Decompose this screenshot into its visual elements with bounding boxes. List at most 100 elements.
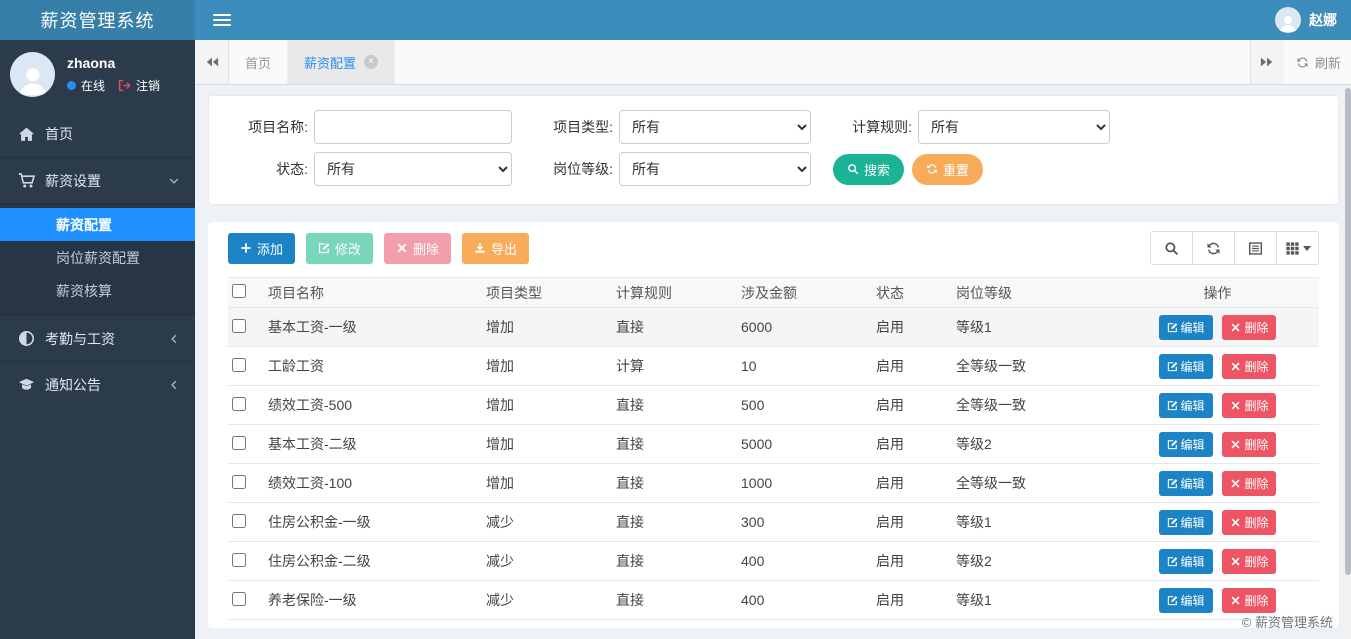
table-row[interactable]: 基本工资-二级 增加 直接 5000 启用 等级2 编辑 删除 — [228, 425, 1319, 464]
double-left-arrow-icon — [205, 55, 219, 69]
reset-button[interactable]: 重置 — [912, 153, 984, 185]
sidebar-item-home[interactable]: 首页 — [0, 111, 195, 157]
table-search-button[interactable] — [1150, 231, 1193, 265]
table-detail-view-button[interactable] — [1234, 231, 1277, 265]
select-all-checkbox[interactable] — [232, 284, 246, 298]
cell-amount: 400 — [741, 553, 765, 569]
user-name: zhaona — [67, 55, 116, 71]
cell-calc-rule: 计算 — [616, 358, 644, 374]
row-edit-button[interactable]: 编辑 — [1158, 587, 1213, 613]
table-row[interactable]: 养老保险-一级 减少 直接 400 启用 等级1 编辑 删除 — [228, 581, 1319, 620]
cell-project-type: 增加 — [486, 436, 514, 452]
row-checkbox[interactable] — [232, 591, 246, 606]
submenu-item-label: 岗位薪资配置 — [56, 249, 140, 266]
x-icon — [396, 242, 408, 254]
edit-icon — [1167, 556, 1178, 567]
navbar-user[interactable]: 赵娜 — [1275, 7, 1337, 33]
project-name-input[interactable] — [314, 110, 512, 144]
row-delete-button[interactable]: 删除 — [1222, 470, 1277, 496]
table-row[interactable]: 绩效工资-100 增加 直接 1000 启用 全等级一致 编辑 删除 — [228, 464, 1319, 503]
download-icon — [474, 242, 486, 254]
vertical-scrollbar — [1345, 85, 1351, 639]
close-icon[interactable]: × — [364, 55, 379, 69]
edit-button[interactable]: 修改 — [306, 232, 374, 264]
cell-calc-rule: 直接 — [616, 436, 644, 452]
cell-post-grade: 等级2 — [956, 553, 992, 569]
sidebar-item-salary-config[interactable]: 薪资配置 — [0, 208, 195, 241]
tabs-scroll-forward-button[interactable] — [1249, 40, 1284, 84]
tabs-scroll-back-button[interactable] — [195, 40, 229, 84]
row-delete-button[interactable]: 删除 — [1222, 353, 1277, 379]
column-header: 状态 — [876, 284, 904, 301]
row-edit-button[interactable]: 编辑 — [1158, 470, 1213, 496]
row-delete-button[interactable]: 删除 — [1222, 587, 1277, 613]
status-select[interactable]: 所有 — [314, 152, 512, 186]
row-checkbox[interactable] — [232, 435, 246, 450]
row-checkbox[interactable] — [232, 513, 246, 528]
avatar — [10, 52, 55, 97]
refresh-tab-button[interactable]: 刷新 — [1284, 40, 1351, 84]
table-row[interactable]: 住房公积金-二级 减少 直接 400 启用 等级2 编辑 删除 — [228, 542, 1319, 581]
tab-salary-config[interactable]: 薪资配置 × — [288, 40, 396, 84]
scrollbar-thumb[interactable] — [1345, 88, 1351, 575]
row-edit-button[interactable]: 编辑 — [1158, 353, 1213, 379]
cell-actions: 编辑 删除 — [1110, 548, 1319, 574]
row-edit-button[interactable]: 编辑 — [1158, 431, 1213, 457]
table-columns-button[interactable] — [1276, 231, 1319, 265]
tab-home[interactable]: 首页 — [229, 40, 289, 84]
cell-status: 启用 — [876, 514, 904, 530]
row-delete-button[interactable]: 删除 — [1222, 314, 1277, 340]
row-checkbox[interactable] — [232, 552, 246, 567]
row-delete-button[interactable]: 删除 — [1222, 548, 1277, 574]
export-button[interactable]: 导出 — [462, 232, 530, 264]
app-logo: 薪资管理系统 — [0, 0, 195, 40]
cell-post-grade: 等级1 — [956, 319, 992, 335]
search-button[interactable]: 搜索 — [833, 153, 905, 185]
cell-project-name: 绩效工资-100 — [268, 475, 353, 491]
row-delete-button[interactable]: 删除 — [1222, 392, 1277, 418]
cell-post-grade: 等级1 — [956, 514, 992, 530]
table-header-row: 项目名称 项目类型 计算规则 涉及金额 状态 岗位等级 操作 — [228, 277, 1319, 308]
sidebar-submenu: 薪资配置 岗位薪资配置 薪资核算 — [0, 203, 195, 315]
app-window: 薪资管理系统 zhaona 在线 注销 首页 薪资设置 薪资配置 岗位薪资配置 … — [0, 0, 1351, 639]
sidebar-item-notices[interactable]: 通知公告 — [0, 361, 195, 407]
row-edit-button[interactable]: 编辑 — [1158, 509, 1213, 535]
calc-rule-select[interactable]: 所有 — [918, 110, 1110, 144]
row-delete-button[interactable]: 删除 — [1222, 431, 1277, 457]
x-icon — [1230, 439, 1241, 450]
column-header: 操作 — [1203, 284, 1232, 301]
refresh-icon — [926, 163, 938, 175]
post-grade-select[interactable]: 所有 — [619, 152, 811, 186]
project-type-select[interactable]: 所有 — [619, 110, 811, 144]
cell-project-type: 减少 — [486, 592, 514, 608]
tab-label: 薪资配置 — [304, 55, 357, 71]
x-icon — [1230, 361, 1241, 372]
sidebar-item-salary-accounting[interactable]: 薪资核算 — [0, 274, 195, 307]
row-edit-button[interactable]: 编辑 — [1158, 314, 1213, 340]
sidebar-item-attendance-wages[interactable]: 考勤与工资 — [0, 315, 195, 361]
sidebar-item-salary-settings[interactable]: 薪资设置 — [0, 157, 195, 203]
row-checkbox[interactable] — [232, 474, 246, 489]
table-row[interactable]: 住房公积金-一级 减少 直接 300 启用 等级1 编辑 删除 — [228, 503, 1319, 542]
row-checkbox[interactable] — [232, 396, 246, 411]
row-edit-button[interactable]: 编辑 — [1158, 548, 1213, 574]
search-panel: 项目名称: 项目类型: 所有 计算规则: 所有 状态: 所有 岗位等级: 所有 … — [208, 95, 1339, 205]
table-row[interactable]: 绩效工资-500 增加 直接 500 启用 全等级一致 编辑 删除 — [228, 386, 1319, 425]
row-edit-button[interactable]: 编辑 — [1158, 392, 1213, 418]
delete-button[interactable]: 删除 — [384, 232, 452, 264]
add-button[interactable]: 添加 — [228, 232, 296, 264]
row-checkbox[interactable] — [232, 318, 246, 333]
hamburger-menu-icon[interactable] — [213, 11, 231, 29]
table-refresh-button[interactable] — [1192, 231, 1235, 265]
cell-calc-rule: 直接 — [616, 319, 644, 335]
tab-bar: 首页 薪资配置 × 刷新 — [195, 40, 1351, 85]
row-delete-button[interactable]: 删除 — [1222, 509, 1277, 535]
graduation-cap-icon — [18, 376, 35, 393]
sidebar-item-post-salary-config[interactable]: 岗位薪资配置 — [0, 241, 195, 274]
chevron-down-icon — [168, 175, 180, 187]
cell-status: 启用 — [876, 436, 904, 452]
logout-link[interactable]: 注销 — [136, 77, 160, 94]
row-checkbox[interactable] — [232, 357, 246, 372]
table-row[interactable]: 工龄工资 增加 计算 10 启用 全等级一致 编辑 删除 — [228, 347, 1319, 386]
table-row[interactable]: 基本工资-一级 增加 直接 6000 启用 等级1 编辑 删除 — [228, 308, 1319, 347]
